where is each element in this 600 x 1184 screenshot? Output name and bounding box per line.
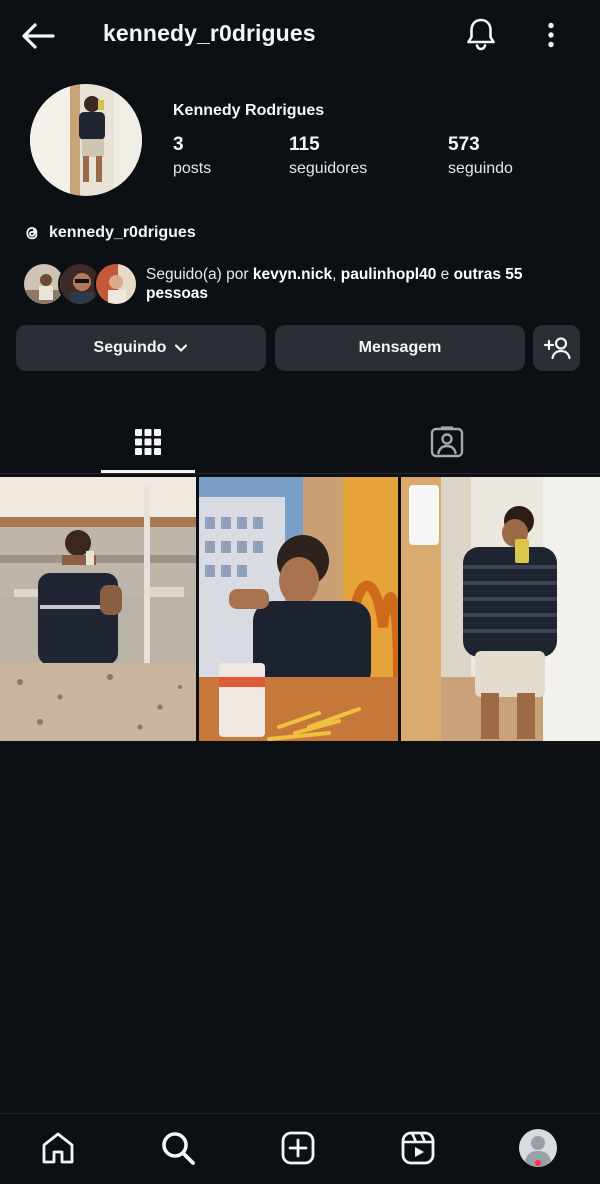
following-button[interactable]: Seguindo [16, 325, 266, 371]
more-vertical-icon [548, 22, 554, 48]
posts-label: posts [173, 160, 212, 177]
mutual-photo [96, 264, 136, 304]
posts-count: 3 [173, 134, 184, 155]
bell-icon [467, 18, 495, 51]
message-button-label: Mensagem [358, 339, 442, 356]
post-image [0, 477, 196, 741]
add-person-icon [543, 337, 571, 360]
top-bar: kennedy_r0drigues [0, 0, 600, 70]
nav-create[interactable] [276, 1126, 320, 1170]
mutual-user-2[interactable]: paulinhopl40 [341, 266, 437, 283]
tab-divider [0, 473, 600, 474]
suggest-people-button[interactable] [533, 325, 580, 371]
posts-stat: 3 posts [173, 134, 211, 178]
mutual-conjunction: e [436, 266, 454, 283]
nav-reels[interactable] [396, 1126, 440, 1170]
more-options-button[interactable] [536, 16, 566, 54]
display-name: Kennedy Rodrigues [173, 102, 325, 119]
search-icon [162, 1132, 195, 1165]
mutual-followers[interactable]: Seguido(a) por kevyn.nick, paulinhopl40 … [22, 260, 582, 308]
mutual-separator: , [332, 266, 341, 283]
home-icon [42, 1132, 74, 1164]
create-icon [281, 1131, 315, 1165]
following-button-label: Seguindo [93, 339, 167, 356]
grid-icon [135, 429, 161, 455]
threads-link[interactable]: kennedy_r0drigues [22, 221, 196, 245]
tab-tagged[interactable] [400, 410, 494, 474]
nav-search[interactable] [156, 1126, 200, 1170]
mutual-avatar [94, 262, 138, 306]
nav-home[interactable] [36, 1126, 80, 1170]
followers-count: 115 [289, 134, 320, 155]
tagged-person-icon [430, 426, 464, 458]
following-label: seguindo [448, 160, 513, 177]
mutual-followers-text: Seguido(a) por kevyn.nick, paulinhopl40 … [146, 265, 566, 303]
post-image [401, 477, 600, 741]
back-button[interactable] [18, 18, 58, 54]
mutual-user-1[interactable]: kevyn.nick [253, 266, 332, 283]
threads-handle: kennedy_r0drigues [49, 224, 196, 241]
post-image [199, 477, 398, 741]
following-stat[interactable]: 573 seguindo [448, 134, 513, 178]
profile-photo [30, 84, 142, 196]
chevron-down-icon [175, 344, 188, 352]
post-thumbnail[interactable] [401, 477, 600, 741]
reels-icon [401, 1131, 435, 1165]
profile-avatar[interactable] [30, 84, 142, 196]
tab-posts-grid[interactable] [101, 410, 195, 474]
followers-stat[interactable]: 115 seguidores [289, 134, 367, 178]
post-thumbnail[interactable] [199, 477, 398, 741]
message-button[interactable]: Mensagem [275, 325, 525, 371]
bottom-navigation [0, 1113, 600, 1184]
following-count: 573 [448, 134, 480, 155]
followers-label: seguidores [289, 160, 368, 177]
notifications-button[interactable] [462, 14, 500, 54]
profile-username: kennedy_r0drigues [103, 20, 316, 46]
threads-icon [26, 227, 38, 240]
arrow-left-icon [22, 23, 55, 49]
notification-dot [535, 1160, 541, 1166]
post-thumbnail[interactable] [0, 477, 196, 741]
mutual-prefix: Seguido(a) por [146, 266, 253, 283]
